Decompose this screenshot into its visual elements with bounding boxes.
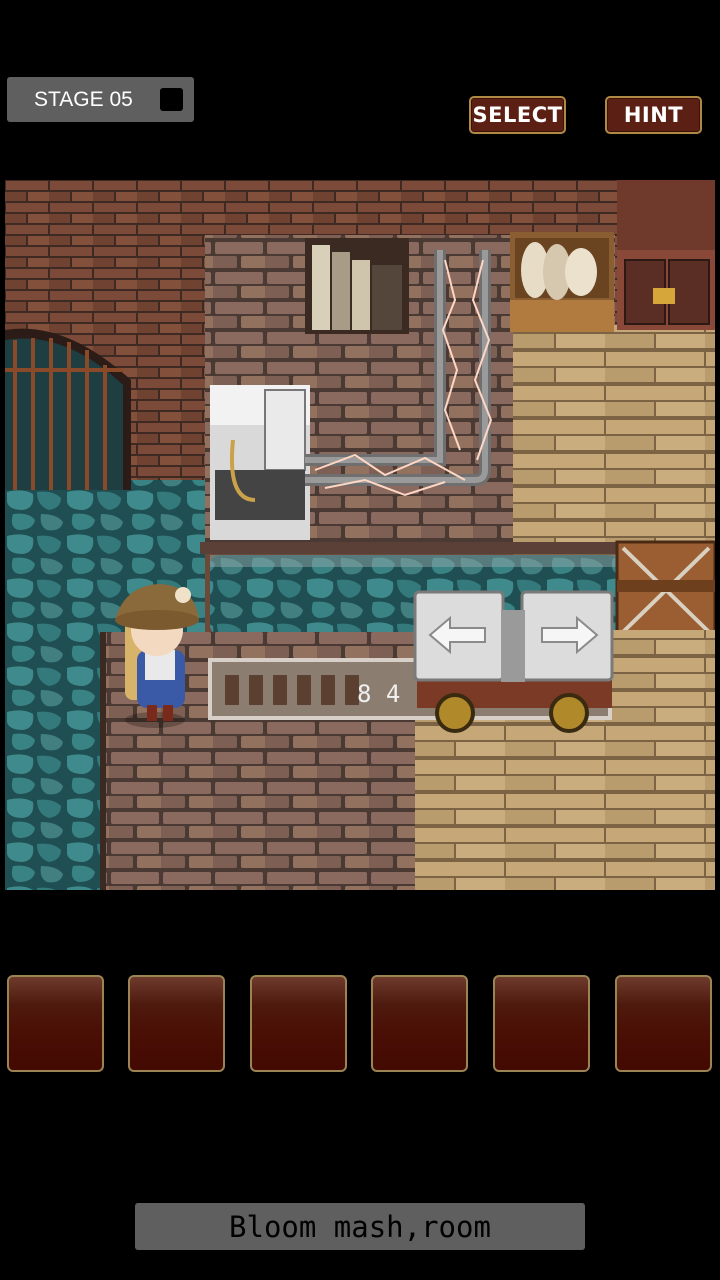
message-box: Bloom mash,room — [135, 1203, 585, 1250]
game-scene[interactable]: 8 4 — [5, 180, 715, 890]
stage-label: STAGE 05 — [34, 87, 133, 111]
stage-menu-icon[interactable] — [160, 88, 183, 111]
select-button[interactable]: SELECT — [469, 96, 566, 134]
message-text: Bloom mash,room — [229, 1209, 491, 1244]
inventory-slot-2[interactable] — [128, 975, 225, 1072]
stage-badge: STAGE 05 — [7, 77, 194, 122]
inventory-slot-5[interactable] — [493, 975, 590, 1072]
scene-art — [5, 180, 715, 890]
inventory-slot-3[interactable] — [250, 975, 347, 1072]
inventory-slot-4[interactable] — [371, 975, 468, 1072]
inventory-slot-1[interactable] — [7, 975, 104, 1072]
cart-counter: 8 4 — [357, 680, 401, 708]
inventory-bar — [7, 975, 715, 1073]
inventory-slot-6[interactable] — [615, 975, 712, 1072]
hint-button[interactable]: HINT — [605, 96, 702, 134]
